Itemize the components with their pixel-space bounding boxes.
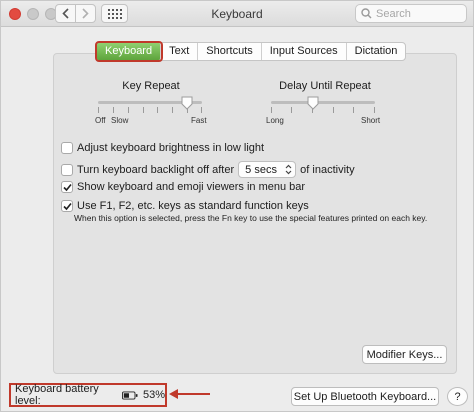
checkmark-icon	[62, 183, 72, 191]
delay-long-label: Long	[266, 116, 284, 125]
close-window-button[interactable]	[9, 8, 21, 20]
fn-keys-note: When this option is selected, press the …	[74, 213, 428, 223]
brightness-label: Adjust keyboard brightness in low light	[77, 142, 265, 154]
battery-icon	[121, 390, 138, 400]
option-fn-keys[interactable]: Use F1, F2, etc. keys as standard functi…	[61, 200, 309, 212]
search-placeholder: Search	[376, 7, 411, 20]
search-icon	[361, 8, 372, 19]
grid-icon	[107, 8, 122, 19]
delay-until-repeat-label: Delay Until Repeat	[279, 80, 371, 92]
battery-level-highlight: Keyboard battery level: 53%	[9, 383, 167, 407]
backlight-timeout-popup[interactable]: 5 secs	[238, 161, 297, 178]
option-adjust-brightness[interactable]: Adjust keyboard brightness in low light	[61, 142, 264, 154]
tab-shortcuts[interactable]: Shortcuts	[198, 43, 262, 60]
key-repeat-slow-label: Slow	[111, 116, 129, 125]
minimize-window-button[interactable]	[27, 8, 39, 20]
battery-percent: 53%	[142, 389, 165, 401]
chevron-left-icon	[62, 8, 69, 19]
delay-until-repeat-ticks	[271, 107, 375, 113]
option-backlight-off[interactable]: Turn keyboard backlight off after 5 secs…	[61, 161, 355, 178]
viewers-label: Show keyboard and emoji viewers in menu …	[77, 181, 306, 193]
backlight-timeout-value: 5 secs	[245, 163, 277, 176]
title-bar: Keyboard Search	[1, 1, 473, 27]
show-all-button[interactable]	[101, 4, 128, 23]
backlight-label-after: of inactivity	[300, 163, 355, 176]
backlight-checkbox[interactable]	[61, 163, 73, 176]
search-field[interactable]: Search	[355, 4, 467, 23]
tab-text[interactable]: Text	[161, 43, 199, 60]
key-repeat-label: Key Repeat	[122, 80, 180, 92]
key-repeat-fast-label: Fast	[191, 116, 207, 125]
checkmark-icon	[62, 202, 72, 210]
viewers-checkbox[interactable]	[61, 181, 73, 193]
battery-level-label: Keyboard battery level:	[15, 383, 99, 407]
tab-input-sources[interactable]: Input Sources	[262, 43, 347, 60]
window-title: Keyboard	[211, 7, 263, 21]
chevron-updown-icon	[285, 164, 292, 175]
forward-button[interactable]	[75, 4, 96, 23]
chevron-right-icon	[82, 8, 89, 19]
modifier-keys-button[interactable]: Modifier Keys...	[362, 345, 447, 364]
back-button[interactable]	[55, 4, 76, 23]
tab-bar: Keyboard Text Shortcuts Input Sources Di…	[94, 41, 407, 62]
fn-keys-label: Use F1, F2, etc. keys as standard functi…	[77, 200, 309, 212]
delay-until-repeat-slider-knob[interactable]	[307, 96, 319, 110]
help-button[interactable]: ?	[447, 387, 468, 406]
tab-dictation[interactable]: Dictation	[347, 43, 406, 60]
delay-until-repeat-track[interactable]	[271, 101, 375, 104]
delay-short-label: Short	[361, 116, 381, 125]
fn-keys-checkbox[interactable]	[61, 200, 73, 212]
bluetooth-keyboard-button[interactable]: Set Up Bluetooth Keyboard...	[291, 387, 439, 406]
key-repeat-slider-knob[interactable]	[181, 96, 193, 110]
arrow-left-icon	[169, 389, 210, 399]
keyboard-preferences-window: Keyboard Search Keyboard Text Shortcuts …	[0, 0, 474, 412]
option-show-viewers[interactable]: Show keyboard and emoji viewers in menu …	[61, 181, 305, 193]
tab-keyboard[interactable]: Keyboard	[94, 41, 164, 62]
key-repeat-off-label: Off	[95, 116, 106, 125]
backlight-label-before: Turn keyboard backlight off after	[77, 163, 235, 176]
brightness-checkbox[interactable]	[61, 142, 73, 154]
